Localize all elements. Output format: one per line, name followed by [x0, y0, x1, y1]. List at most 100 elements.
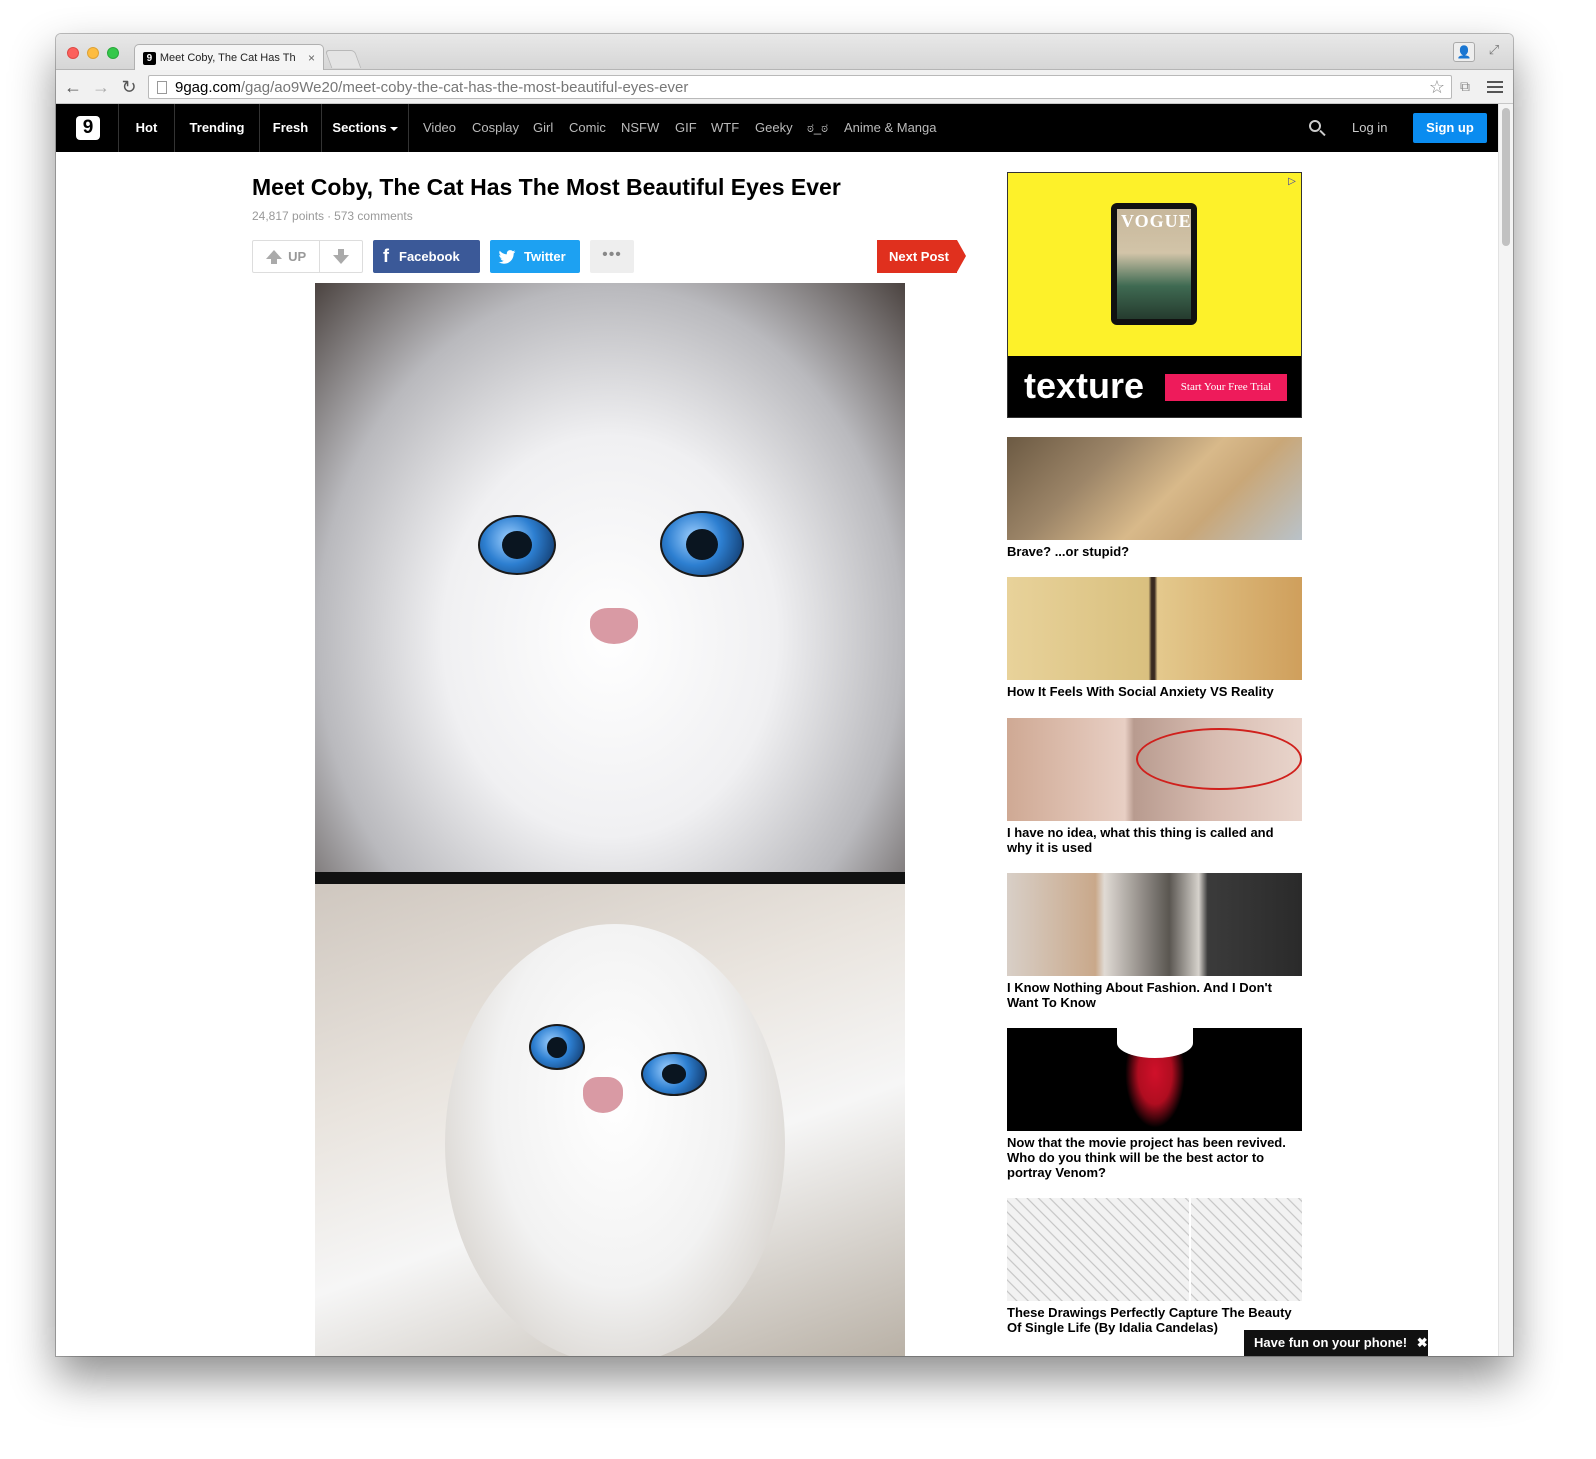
minimize-window-button[interactable] [87, 47, 99, 59]
fullscreen-icon[interactable]: ⤢ [1485, 42, 1503, 60]
zoom-window-button[interactable] [107, 47, 119, 59]
sidebar-ad[interactable]: VOGUE ▷ texture Start Your Free Trial [1007, 172, 1302, 418]
mobile-toast[interactable]: Have fun on your phone! ✖ [1244, 1330, 1428, 1356]
title-bar: 9 Meet Coby, The Cat Has Th × 👤 ⤢ [56, 34, 1513, 71]
forward-icon[interactable]: → [90, 76, 112, 98]
nav-hot[interactable]: Hot [119, 104, 174, 152]
sidebar-thumb [1007, 873, 1302, 976]
ad-brand-logo: texture [1024, 365, 1145, 406]
reload-icon[interactable]: ↻ [118, 76, 140, 98]
login-link[interactable]: Log in [1352, 104, 1387, 152]
site-navbar: 9 Hot Trending Fresh Sections Video Cosp… [56, 104, 1498, 152]
cat-eye-left [478, 515, 556, 575]
meta-separator: · [327, 209, 332, 223]
sidebar-thumb [1007, 1028, 1302, 1131]
profile-icon[interactable]: 👤 [1453, 42, 1475, 62]
sidebar-thumb [1007, 437, 1302, 540]
sidebar-item[interactable]: How It Feels With Social Anxiety VS Real… [1007, 577, 1302, 699]
signup-button[interactable]: Sign up [1413, 113, 1487, 143]
cat-photo-1 [315, 283, 905, 872]
sidebar-caption: How It Feels With Social Anxiety VS Real… [1007, 684, 1274, 699]
url-domain: 9gag.com [175, 78, 241, 96]
sidebar-item[interactable]: I have no idea, what this thing is calle… [1007, 718, 1302, 855]
nav-cosplay[interactable]: Cosplay [472, 104, 519, 152]
nav-anime-manga[interactable]: Anime & Manga [844, 104, 937, 152]
arrow-up-icon [266, 250, 283, 264]
arrow-down-icon [333, 249, 350, 264]
sidebar-caption: I Know Nothing About Fashion. And I Don'… [1007, 980, 1272, 1010]
nav-video[interactable]: Video [423, 104, 456, 152]
address-bar[interactable]: 9gag.com/gag/ao9We20/meet-coby-the-cat-h… [148, 75, 1452, 99]
url-path: /gag/ao9We20/meet-coby-the-cat-has-the-m… [240, 78, 689, 96]
toast-close-icon[interactable]: ✖ [1417, 1335, 1428, 1350]
comments-count[interactable]: 573 comments [334, 209, 413, 223]
nav-meh[interactable]: ಠ_ಠ [807, 104, 828, 152]
page-scrollbar[interactable] [1498, 104, 1513, 1356]
toast-text: Have fun on your phone! [1254, 1335, 1408, 1350]
magazine-logo: VOGUE [1121, 211, 1192, 231]
nav-divider [408, 104, 409, 152]
nav-wtf[interactable]: WTF [711, 104, 739, 152]
tab-title: Meet Coby, The Cat Has Th [159, 52, 296, 64]
sidebar-caption: Now that the movie project has been revi… [1007, 1135, 1286, 1180]
page-icon [157, 80, 167, 94]
ad-image: VOGUE ▷ [1008, 173, 1301, 356]
tablet-image: VOGUE [1111, 203, 1197, 325]
back-icon[interactable]: ← [62, 76, 84, 98]
next-post-button[interactable]: Next Post [877, 240, 966, 273]
sidebar-caption: I have no idea, what this thing is calle… [1007, 825, 1274, 855]
browser-tab[interactable]: 9 Meet Coby, The Cat Has Th × [134, 44, 324, 71]
post-meta: 24,817 points · 573 comments [252, 209, 413, 223]
twitter-share-button[interactable]: Twitter [490, 240, 580, 273]
ad-cta-button[interactable]: Start Your Free Trial [1165, 374, 1287, 401]
points-count[interactable]: 24,817 points [252, 209, 324, 223]
downvote-button[interactable] [320, 241, 362, 272]
nav-fresh[interactable]: Fresh [260, 104, 321, 152]
nav-gif[interactable]: GIF [675, 104, 697, 152]
new-tab-button[interactable] [324, 50, 362, 68]
vote-group: UP [252, 240, 363, 273]
tab-close-icon[interactable]: × [308, 51, 315, 65]
cat-photo-2 [315, 884, 905, 1356]
sidebar-thumb [1007, 577, 1302, 680]
facebook-share-button[interactable]: f Facebook [373, 240, 480, 273]
nav-nsfw[interactable]: NSFW [621, 104, 659, 152]
chevron-down-icon [389, 126, 398, 131]
nav-geeky[interactable]: Geeky [755, 104, 793, 152]
nav-trending[interactable]: Trending [175, 104, 259, 152]
post-image[interactable] [315, 283, 905, 1356]
nav-sections-label: Sections [332, 120, 387, 135]
cat2-eye-right [641, 1052, 707, 1096]
twitter-label: Twitter [524, 249, 566, 264]
cat-nose [590, 608, 638, 644]
adchoices-icon[interactable]: ▷ [1285, 175, 1299, 189]
twitter-bird-icon [498, 249, 516, 264]
close-window-button[interactable] [67, 47, 79, 59]
cat2-nose [583, 1077, 623, 1113]
9gag-logo-icon[interactable]: 9 [76, 116, 100, 140]
upvote-button[interactable]: UP [253, 241, 321, 272]
sidebar-thumb [1007, 718, 1302, 821]
facebook-icon: f [383, 246, 389, 266]
nav-girl[interactable]: Girl [533, 104, 553, 152]
facebook-label: Facebook [399, 249, 460, 264]
nav-sections[interactable]: Sections [322, 104, 408, 152]
extension-icon[interactable]: ⧉ [1456, 78, 1474, 96]
cat2-eye-left [529, 1024, 585, 1070]
image-divider [315, 872, 905, 884]
sidebar-item[interactable]: These Drawings Perfectly Capture The Bea… [1007, 1198, 1302, 1335]
upvote-label: UP [288, 249, 307, 264]
sidebar-item[interactable]: I Know Nothing About Fashion. And I Don'… [1007, 873, 1302, 1010]
more-options-button[interactable]: ••• [590, 240, 634, 273]
nav-comic[interactable]: Comic [569, 104, 606, 152]
scrollbar-thumb[interactable] [1502, 108, 1510, 246]
search-icon[interactable] [1308, 119, 1326, 137]
sidebar-thumb [1007, 1198, 1302, 1301]
menu-icon[interactable] [1486, 78, 1504, 96]
sidebar-item[interactable]: Now that the movie project has been revi… [1007, 1028, 1302, 1180]
bookmark-star-icon[interactable]: ☆ [1429, 77, 1445, 98]
cat-eye-right [660, 511, 744, 577]
9gag-favicon-icon: 9 [143, 51, 156, 65]
browser-toolbar: ← → ↻ 9gag.com/gag/ao9We20/meet-coby-the… [56, 70, 1513, 104]
sidebar-item[interactable]: Brave? ...or stupid? [1007, 437, 1302, 559]
